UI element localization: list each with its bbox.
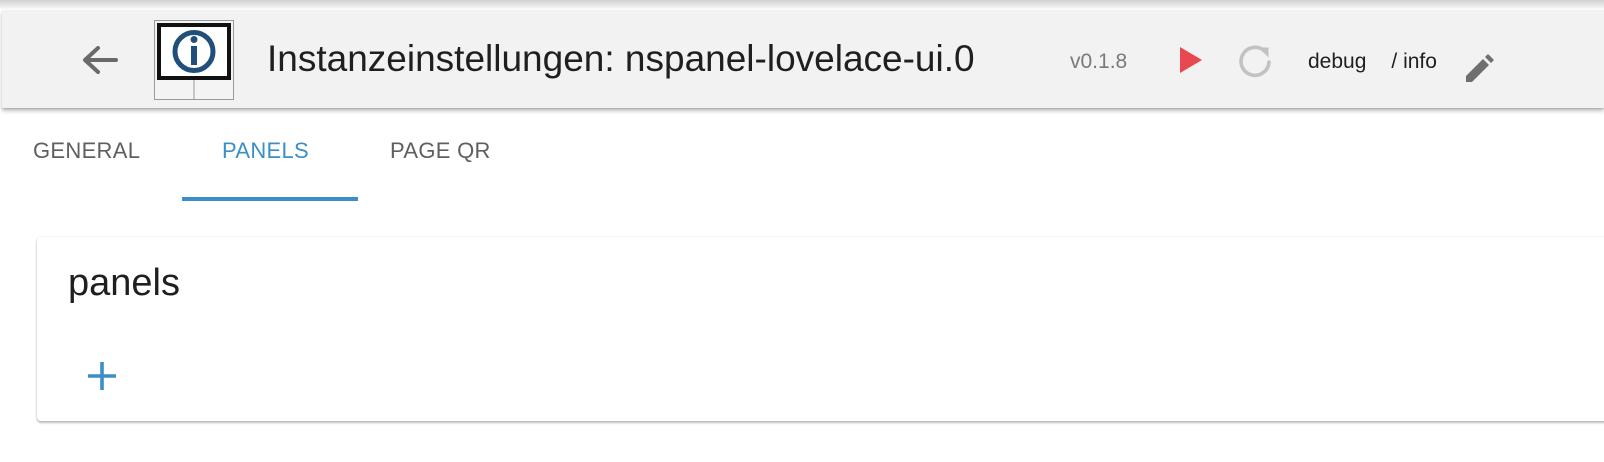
instance-header: Instanzeinstellungen: nspanel-lovelace-u… [2,10,1604,108]
version-label: v0.1.8 [1070,50,1128,73]
tab-general[interactable]: GENERAL [33,138,140,164]
panels-card: panels [37,237,1604,421]
tab-panels[interactable]: PANELS [222,138,309,164]
pencil-icon [1466,54,1494,82]
adapter-logo [154,20,234,100]
active-tab-indicator [182,197,358,201]
edit-log-level-button[interactable] [1462,52,1496,86]
back-button[interactable] [76,40,122,80]
add-panel-button[interactable] [85,359,119,393]
log-level-current: debug [1308,50,1367,73]
tab-page-qr[interactable]: PAGE QR [390,138,491,164]
reload-instance-button[interactable] [1236,42,1274,80]
start-instance-button[interactable] [1177,44,1205,76]
plus-icon [88,362,116,390]
settings-tabs: GENERAL PANELS PAGE QR [0,108,1604,204]
iobroker-logo-icon [154,20,234,100]
arrow-left-icon [83,46,118,74]
window-top-edge [0,0,1604,10]
log-level-default: / info [1391,50,1437,73]
play-icon [1180,47,1202,73]
reload-icon [1239,45,1271,78]
log-level-selector[interactable]: debug / info [1308,50,1437,74]
card-title: panels [68,262,180,304]
page-title: Instanzeinstellungen: nspanel-lovelace-u… [267,38,975,79]
